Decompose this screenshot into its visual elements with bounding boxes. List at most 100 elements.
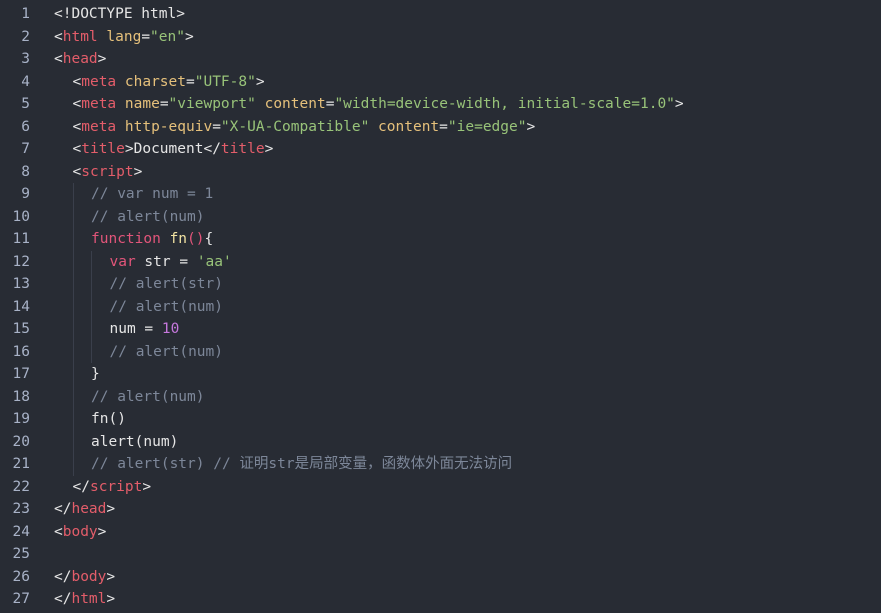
indent-guide bbox=[72, 205, 92, 228]
code-line[interactable]: 17} bbox=[0, 363, 881, 386]
code-token: > bbox=[526, 118, 536, 135]
line-number: 8 bbox=[21, 163, 30, 180]
code-line[interactable]: 21 // alert(str) // 证明str是局部变量，函数体外面无法访问 bbox=[0, 453, 881, 476]
indent-guide bbox=[54, 138, 73, 161]
code-line[interactable]: 12 var str = 'aa' bbox=[0, 250, 881, 274]
line-content: // alert(num) bbox=[30, 295, 223, 319]
code-line[interactable]: 18 // alert(num) bbox=[0, 385, 881, 408]
code-token: < bbox=[54, 523, 63, 540]
line-number: 9 bbox=[21, 186, 30, 202]
code-line[interactable]: 8 < script > bbox=[0, 161, 881, 184]
line-content: < meta charset = "UTF-8" > bbox=[30, 71, 265, 94]
indent-guide bbox=[72, 340, 92, 363]
code-line[interactable]: 20 alert(num) bbox=[0, 430, 881, 454]
code-line[interactable]: 1 <!DOCTYPE html> bbox=[0, 3, 881, 26]
line-number: 14 bbox=[12, 298, 30, 315]
code-token: // alert(num) bbox=[91, 208, 205, 225]
line-number: 11 bbox=[12, 231, 30, 247]
code-token: function bbox=[91, 231, 161, 247]
indent-guide bbox=[91, 295, 110, 318]
line-number: 2 bbox=[21, 28, 30, 45]
code-line[interactable]: 7 < title >Document</title > bbox=[0, 138, 881, 161]
indent-guide bbox=[54, 273, 73, 296]
code-token: < bbox=[72, 96, 82, 112]
code-token: html bbox=[71, 591, 107, 607]
code-token: < bbox=[72, 163, 82, 180]
indent-guide bbox=[54, 476, 73, 499]
indent-guide bbox=[91, 318, 110, 341]
indent-guide bbox=[54, 71, 73, 94]
code-line[interactable]: 27 </html > bbox=[0, 588, 881, 611]
code-token: fn bbox=[169, 231, 188, 247]
code-token: alert(num) bbox=[91, 433, 179, 450]
code-token: < bbox=[54, 51, 63, 67]
code-token: > bbox=[133, 163, 143, 180]
code-line[interactable]: 23 </head > bbox=[0, 498, 881, 521]
indent-guide bbox=[54, 206, 73, 229]
code-token: meta bbox=[81, 73, 117, 90]
code-token: 10 bbox=[161, 321, 180, 337]
line-content: <!DOCTYPE html> bbox=[30, 3, 185, 26]
code-line[interactable]: 2 < html lang = "en" > bbox=[0, 26, 881, 49]
indent-guide bbox=[54, 296, 73, 319]
line-number: 17 bbox=[12, 366, 30, 382]
line-number: 16 bbox=[12, 343, 30, 360]
line-content: fn() bbox=[30, 408, 126, 431]
code-line[interactable]: 5 < meta name = "viewport" content = "width=de… bbox=[0, 93, 881, 116]
code-token: > bbox=[106, 501, 116, 517]
line-content: // var num = 1 bbox=[30, 183, 213, 206]
code-token: var bbox=[109, 253, 136, 270]
line-content: < title >Document</title > bbox=[30, 138, 274, 161]
code-line[interactable]: 10 // alert(num) bbox=[0, 205, 881, 229]
code-token: </ bbox=[54, 591, 72, 607]
line-content: // alert(str) // 证明str是局部变量，函数体外面无法访问 bbox=[30, 453, 512, 476]
code-token: charset bbox=[116, 73, 186, 90]
code-token: html bbox=[62, 28, 98, 45]
indent-guide bbox=[72, 408, 92, 431]
code-line[interactable]: 4 < meta charset = "UTF-8" > bbox=[0, 71, 881, 94]
line-content: num = 10 bbox=[30, 318, 179, 341]
code-line[interactable]: 26 </body > bbox=[0, 566, 881, 589]
code-line[interactable]: 6 < meta http-equiv = "X-UA-Compatible" cont… bbox=[0, 116, 881, 139]
code-line[interactable]: 25 bbox=[0, 543, 881, 566]
code-line[interactable]: 24 < body > bbox=[0, 521, 881, 544]
code-line[interactable]: 19 fn() bbox=[0, 408, 881, 431]
line-content: function fn(){ bbox=[30, 228, 213, 251]
code-line[interactable]: 3 < head > bbox=[0, 48, 881, 71]
line-content: < body > bbox=[30, 521, 106, 544]
code-line[interactable]: 14 // alert(num) bbox=[0, 295, 881, 319]
line-content: alert(num) bbox=[30, 430, 179, 454]
code-line[interactable]: 16 // alert(num) bbox=[0, 340, 881, 363]
indent-guide bbox=[54, 183, 73, 206]
code-token: <!DOCTYPE html> bbox=[54, 6, 185, 22]
code-editor[interactable]: 1 <!DOCTYPE html> 2 < html lang = "en" >3 < head >… bbox=[0, 0, 881, 613]
code-line[interactable]: 11 function fn(){ bbox=[0, 228, 881, 251]
code-token: "viewport" bbox=[168, 96, 256, 112]
code-token: head bbox=[71, 501, 107, 517]
indent-guide bbox=[54, 431, 73, 454]
code-token: { bbox=[204, 231, 214, 247]
code-token: > bbox=[264, 141, 274, 157]
code-line[interactable]: 15 num = 10 bbox=[0, 318, 881, 341]
code-line[interactable]: 22 </script > bbox=[0, 476, 881, 499]
line-number: 25 bbox=[12, 546, 30, 562]
code-token: = bbox=[325, 96, 335, 112]
indent-guide bbox=[54, 251, 73, 274]
line-content: </html > bbox=[30, 588, 115, 611]
indent-guide bbox=[54, 453, 73, 476]
indent-guide bbox=[72, 273, 92, 296]
code-line[interactable]: 9 // var num = 1 bbox=[0, 183, 881, 206]
line-number: 26 bbox=[12, 568, 30, 585]
indent-guide bbox=[72, 385, 92, 408]
code-token: // alert(str) bbox=[109, 276, 224, 292]
code-token: < bbox=[72, 73, 82, 90]
code-token: < bbox=[72, 118, 82, 135]
line-number: 4 bbox=[21, 73, 30, 90]
line-number: 12 bbox=[12, 253, 30, 270]
code-token: // alert(num) bbox=[91, 388, 205, 405]
code-line[interactable]: 13 // alert(str) bbox=[0, 273, 881, 296]
code-token: = bbox=[212, 118, 221, 135]
line-content: < html lang = "en" > bbox=[30, 26, 194, 49]
indent-guide bbox=[72, 250, 92, 273]
